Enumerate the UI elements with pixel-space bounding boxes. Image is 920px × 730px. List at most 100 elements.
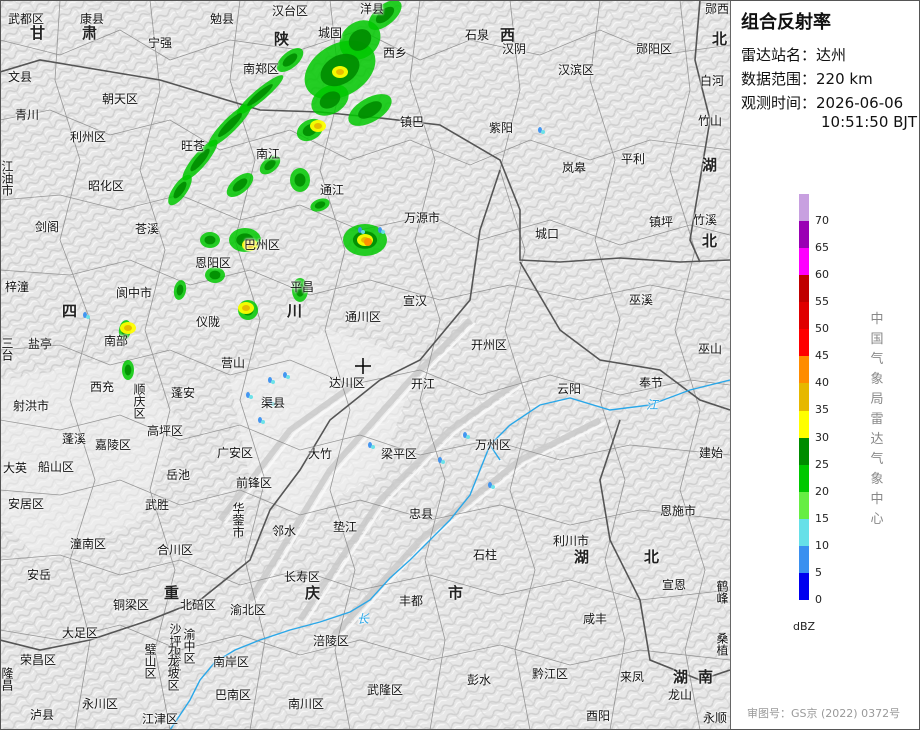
range-row: 数据范围：220 km: [741, 68, 873, 89]
places-label: 永川区: [82, 697, 119, 711]
places-label: 青川: [15, 108, 40, 122]
river-label: 长: [357, 612, 370, 626]
places-label: 渠县: [261, 396, 286, 410]
vertical_places-label: 顺庆区: [132, 383, 146, 419]
radar-map[interactable]: 武都区 康县 勉县 汉台区 城固 洋县 西乡 石泉 汉阴 郧西 宁强 南郑区 汉滨区 郧阳区 白河 文县 朝天区…: [0, 0, 730, 730]
places-label: 渝北区: [230, 603, 267, 617]
places-label: 岚皋: [562, 161, 587, 175]
places-label: 城口: [535, 227, 560, 241]
places-label: 巫溪: [629, 293, 654, 307]
provinces-label: 北: [644, 548, 660, 566]
places-label: 彭水: [467, 673, 492, 687]
legend-swatch: [799, 545, 809, 574]
provinces-label: 北: [712, 30, 728, 48]
places-label: 万源市: [404, 211, 441, 225]
places-label: 仪陇: [196, 315, 221, 329]
places-label: 岳池: [166, 468, 191, 482]
places-label: 朝天区: [102, 92, 139, 106]
legend-swatch: [799, 221, 809, 249]
places-label: 宣恩: [662, 578, 687, 592]
time-clock: 10:51:50 BJT: [821, 113, 918, 131]
places-label: 平昌: [290, 280, 315, 294]
places-label: 梁平区: [381, 447, 418, 461]
legend-swatch: [799, 356, 809, 384]
places-label: 达川区: [329, 376, 366, 390]
places-label: 南郑区: [243, 62, 280, 76]
places-label: 广安区: [217, 446, 254, 460]
places-label: 紫阳: [489, 121, 514, 135]
places-label: 邻水: [272, 524, 297, 538]
places-label: 荣昌区: [20, 653, 57, 667]
places-label: 石柱: [473, 548, 498, 562]
places-label: 大竹: [308, 447, 333, 461]
provinces-label: 市: [448, 584, 464, 602]
vertical_places-label: 三台: [0, 337, 14, 361]
places-label: 开江: [411, 377, 436, 391]
legend-tick-label: 35: [815, 403, 829, 417]
places-label: 安居区: [8, 497, 45, 511]
organization-vertical-text: 中国气象局雷达气象中心: [870, 312, 884, 527]
legend-tick-label: 0: [815, 592, 822, 606]
provinces-label: 湖: [574, 548, 590, 566]
provinces-label: 湖: [673, 668, 689, 686]
places-label: 大英: [3, 461, 28, 475]
places-label: 通江: [320, 183, 345, 197]
legend-tick-label: 50: [815, 322, 829, 336]
places-label: 来凤: [620, 670, 645, 684]
places-label: 营山: [221, 356, 246, 370]
places-label: 安岳: [27, 568, 52, 582]
places-label: 汉台区: [272, 4, 309, 18]
places-label: 开州区: [471, 338, 508, 352]
places-label: 南江: [256, 147, 281, 161]
places-label: 镇巴: [400, 115, 425, 129]
legend-swatch: [799, 572, 809, 601]
provinces-label: 川: [287, 302, 303, 320]
river-label: 江: [646, 398, 659, 412]
places-label: 巴州区: [244, 238, 281, 252]
legend-swatch: [799, 491, 809, 520]
time-label: 观测时间：: [741, 94, 817, 112]
places-label: 白河: [700, 74, 725, 88]
places-label: 射洪市: [13, 399, 50, 413]
provinces-label: 四: [62, 302, 78, 320]
places-label: 船山区: [38, 460, 75, 474]
provinces-label: 陕: [274, 30, 290, 48]
legend-swatch: [799, 383, 809, 412]
provinces-label: 甘: [30, 24, 46, 42]
places-label: 武隆区: [367, 683, 404, 697]
places-label: 文县: [8, 70, 33, 84]
places-label: 龙山: [668, 688, 693, 702]
places-label: 平利: [621, 152, 646, 166]
places-label: 前锋区: [236, 476, 273, 490]
vertical_places-label: 璧山区: [143, 643, 157, 679]
provinces-label: 北: [702, 232, 718, 250]
places-label: 巴南区: [215, 688, 252, 702]
places-label: 高坪区: [147, 424, 184, 438]
places-label: 南川区: [288, 697, 325, 711]
places-label: 西乡: [383, 46, 408, 60]
places-label: 巫山: [698, 342, 723, 356]
places-label: 勉县: [210, 12, 235, 26]
places-label: 郧西: [705, 2, 730, 16]
product-title: 组合反射率: [741, 12, 831, 33]
places-label: 石泉: [465, 28, 490, 42]
legend-swatch: [799, 464, 809, 493]
places-label: 镇坪: [649, 215, 674, 229]
color-legend: [799, 194, 809, 601]
places-label: 蓬安: [171, 386, 196, 400]
places-label: 万州区: [475, 438, 512, 452]
places-label: 城固: [318, 26, 343, 40]
places-label: 铜梁区: [113, 598, 150, 612]
places-label: 建始: [699, 446, 724, 460]
vertical_places-label: 江油市: [0, 160, 14, 196]
provinces-label: 重: [164, 584, 180, 602]
vertical_places-label: 隆昌: [0, 667, 14, 691]
legend-tick-label: 60: [815, 268, 829, 282]
legend-swatch: [799, 329, 809, 357]
places-label: 宣汉: [403, 294, 428, 308]
places-label: 郧阳区: [636, 42, 673, 56]
places-label: 汉滨区: [558, 63, 595, 77]
legend-tick-label: 10: [815, 538, 829, 552]
places-label: 宁强: [148, 36, 173, 50]
places-label: 黔江区: [532, 667, 569, 681]
